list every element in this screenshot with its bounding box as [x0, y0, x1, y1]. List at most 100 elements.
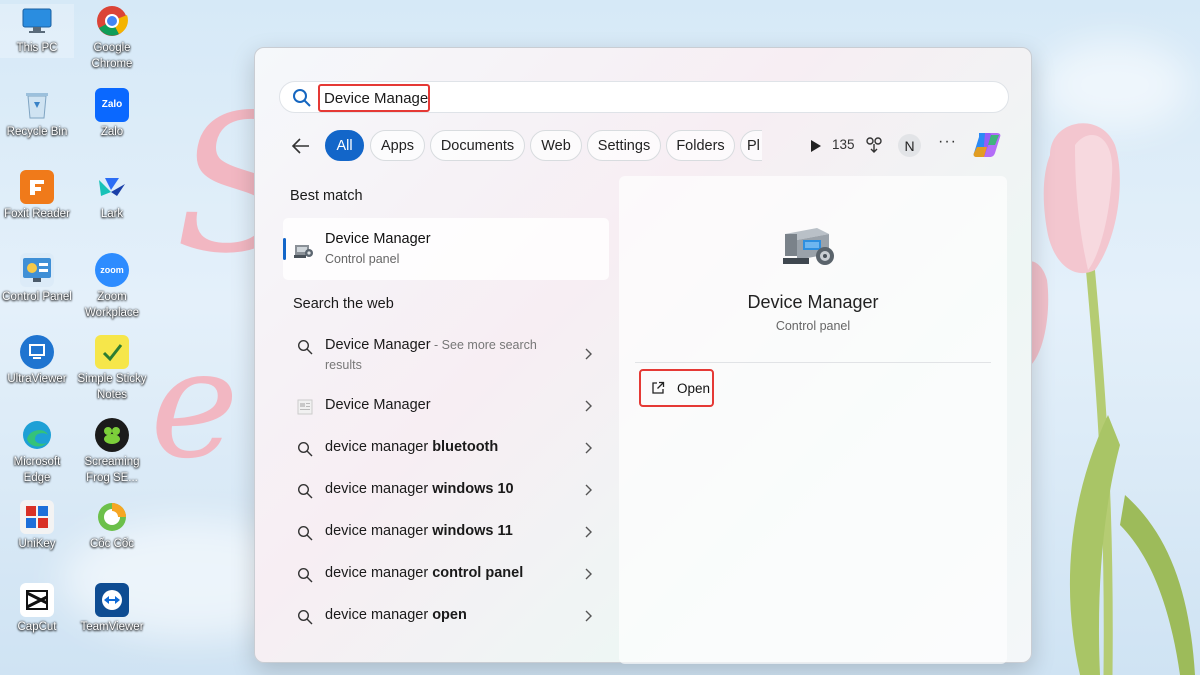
selection-indicator [283, 238, 286, 260]
open-button[interactable]: Open [639, 369, 714, 407]
best-match-heading: Best match [290, 188, 363, 204]
best-match-subtitle: Control panel [325, 252, 400, 266]
desktop-icon-label: Google Chrome [91, 42, 133, 70]
web-result-item[interactable]: device manager windows 11 [291, 523, 601, 543]
chevron-right-icon [585, 348, 592, 360]
filter-chip-documents[interactable]: Documents [430, 130, 525, 161]
filter-chip-photos-truncated[interactable]: Pl [740, 130, 762, 161]
filter-chip-apps[interactable]: Apps [370, 130, 425, 161]
filter-chip-settings[interactable]: Settings [587, 130, 661, 161]
desktop-icon-label: UniKey [18, 538, 56, 550]
desktop-icon-recycle-bin[interactable]: Recycle Bin [0, 88, 74, 140]
tulip-illustration [1043, 123, 1195, 675]
desktop-icon-capcut[interactable]: CapCut [0, 583, 74, 635]
teamviewer-icon [95, 583, 129, 617]
control-panel-icon [20, 253, 54, 287]
desktop-icon-label: Microsoft Edge [13, 456, 61, 484]
open-button-label: Open [677, 380, 711, 396]
web-result-item[interactable]: Device Manager - See more search results [291, 337, 601, 375]
zoom-icon: zoom [95, 253, 129, 287]
lark-icon [95, 170, 129, 204]
web-result-text: device manager [325, 565, 433, 581]
recycle-bin-icon [20, 88, 54, 122]
sticky-note-icon [95, 335, 129, 369]
wallpaper-script: e [150, 318, 239, 492]
desktop-icon-microsoft-edge[interactable]: Microsoft Edge [0, 418, 74, 486]
desktop-icon-teamviewer[interactable]: TeamViewer [75, 583, 149, 635]
desktop-icon-coc-coc[interactable]: Cốc Cốc [75, 500, 149, 552]
web-result-item[interactable]: device manager windows 10 [291, 481, 601, 501]
web-result-bold-text: control panel [432, 565, 524, 581]
desktop-icon-ultraviewer[interactable]: UltraViewer [0, 335, 74, 387]
desktop-icon-foxit-reader[interactable]: Foxit Reader [0, 170, 74, 222]
search-icon [297, 609, 313, 625]
chevron-right-icon [585, 526, 592, 538]
best-match-result[interactable]: Device Manager Control panel [283, 218, 609, 280]
web-result-bold-text: windows 10 [432, 481, 514, 497]
chevron-right-icon [585, 442, 592, 454]
desktop-icon-label: TeamViewer [80, 621, 144, 633]
web-result-subtext: - See more search [430, 338, 537, 352]
desktop-icon-zoom-workplace[interactable]: zoom Zoom Workplace [75, 253, 149, 321]
chevron-right-icon [585, 484, 592, 496]
search-the-web-heading: Search the web [293, 296, 394, 312]
chevron-right-icon [585, 568, 592, 580]
open-external-icon [652, 381, 665, 394]
desktop-icon-unikey[interactable]: UniKey [0, 500, 74, 552]
filter-chip-folders[interactable]: Folders [666, 130, 735, 161]
preview-subtitle: Control panel [775, 319, 851, 333]
windows-search-panel: All Apps Documents Web Settings Folders … [254, 47, 1032, 664]
desktop-icon-label: Zalo [100, 126, 124, 138]
desktop-icon-screaming-frog[interactable]: Screaming Frog SE... [75, 418, 149, 486]
edge-icon [20, 418, 54, 452]
desktop-icon-label: Lark [100, 208, 124, 220]
foxit-reader-icon [20, 170, 54, 204]
filter-chip-all[interactable]: All [325, 130, 364, 161]
web-result-item[interactable]: device manager bluetooth [291, 439, 601, 459]
search-icon [297, 525, 313, 541]
desktop-icon-label: UltraViewer [7, 373, 67, 385]
search-box[interactable] [279, 81, 1009, 113]
desktop-icon-label: CapCut [17, 621, 57, 633]
rewards-icon[interactable] [865, 136, 883, 154]
web-result-subtext: results [325, 358, 362, 372]
frog-icon [95, 418, 129, 452]
search-input[interactable] [318, 84, 430, 112]
desktop-icon-label: Simple Sticky Notes [77, 373, 147, 401]
coc-coc-icon [95, 500, 129, 534]
scroll-right-icon[interactable] [809, 138, 823, 154]
desktop-icon-simple-sticky-notes[interactable]: Simple Sticky Notes [75, 335, 149, 403]
web-result-bold-text: windows 11 [432, 523, 513, 539]
web-result-item[interactable]: device manager open [291, 607, 601, 627]
web-result-text: device manager [325, 523, 433, 539]
filter-chip-web[interactable]: Web [530, 130, 582, 161]
copilot-icon[interactable] [971, 129, 1003, 161]
search-icon [297, 441, 313, 457]
device-manager-icon [783, 228, 834, 265]
web-page-icon [297, 399, 313, 415]
web-result-bold-text: bluetooth [432, 439, 499, 455]
web-result-text: device manager [325, 439, 433, 455]
best-match-title: Device Manager [325, 231, 431, 247]
chevron-right-icon [585, 400, 592, 412]
desktop-icon-control-panel[interactable]: Control Panel [0, 253, 74, 305]
search-icon [297, 567, 313, 583]
web-result-item[interactable]: Device Manager [291, 397, 601, 417]
back-arrow-icon[interactable] [289, 134, 313, 158]
desktop-icon-lark[interactable]: Lark [75, 170, 149, 222]
rewards-count: 135 [832, 137, 855, 152]
filter-row: All Apps Documents Web Settings Folders … [285, 130, 1015, 162]
desktop-icon-label: Recycle Bin [6, 126, 68, 138]
more-options-icon[interactable]: ··· [938, 133, 957, 151]
web-result-item[interactable]: device manager control panel [291, 565, 601, 585]
web-result-text: device manager [325, 481, 433, 497]
desktop-icon-this-pc[interactable]: This PC [0, 4, 74, 58]
account-avatar[interactable]: N [898, 134, 921, 157]
chevron-right-icon [585, 610, 592, 622]
web-result-text: device manager [325, 607, 433, 623]
chrome-icon [95, 4, 129, 38]
desktop-icon-zalo[interactable]: Zalo Zalo [75, 88, 149, 140]
unikey-icon [20, 500, 54, 534]
preview-divider [635, 362, 991, 363]
desktop-icon-google-chrome[interactable]: Google Chrome [75, 4, 149, 72]
